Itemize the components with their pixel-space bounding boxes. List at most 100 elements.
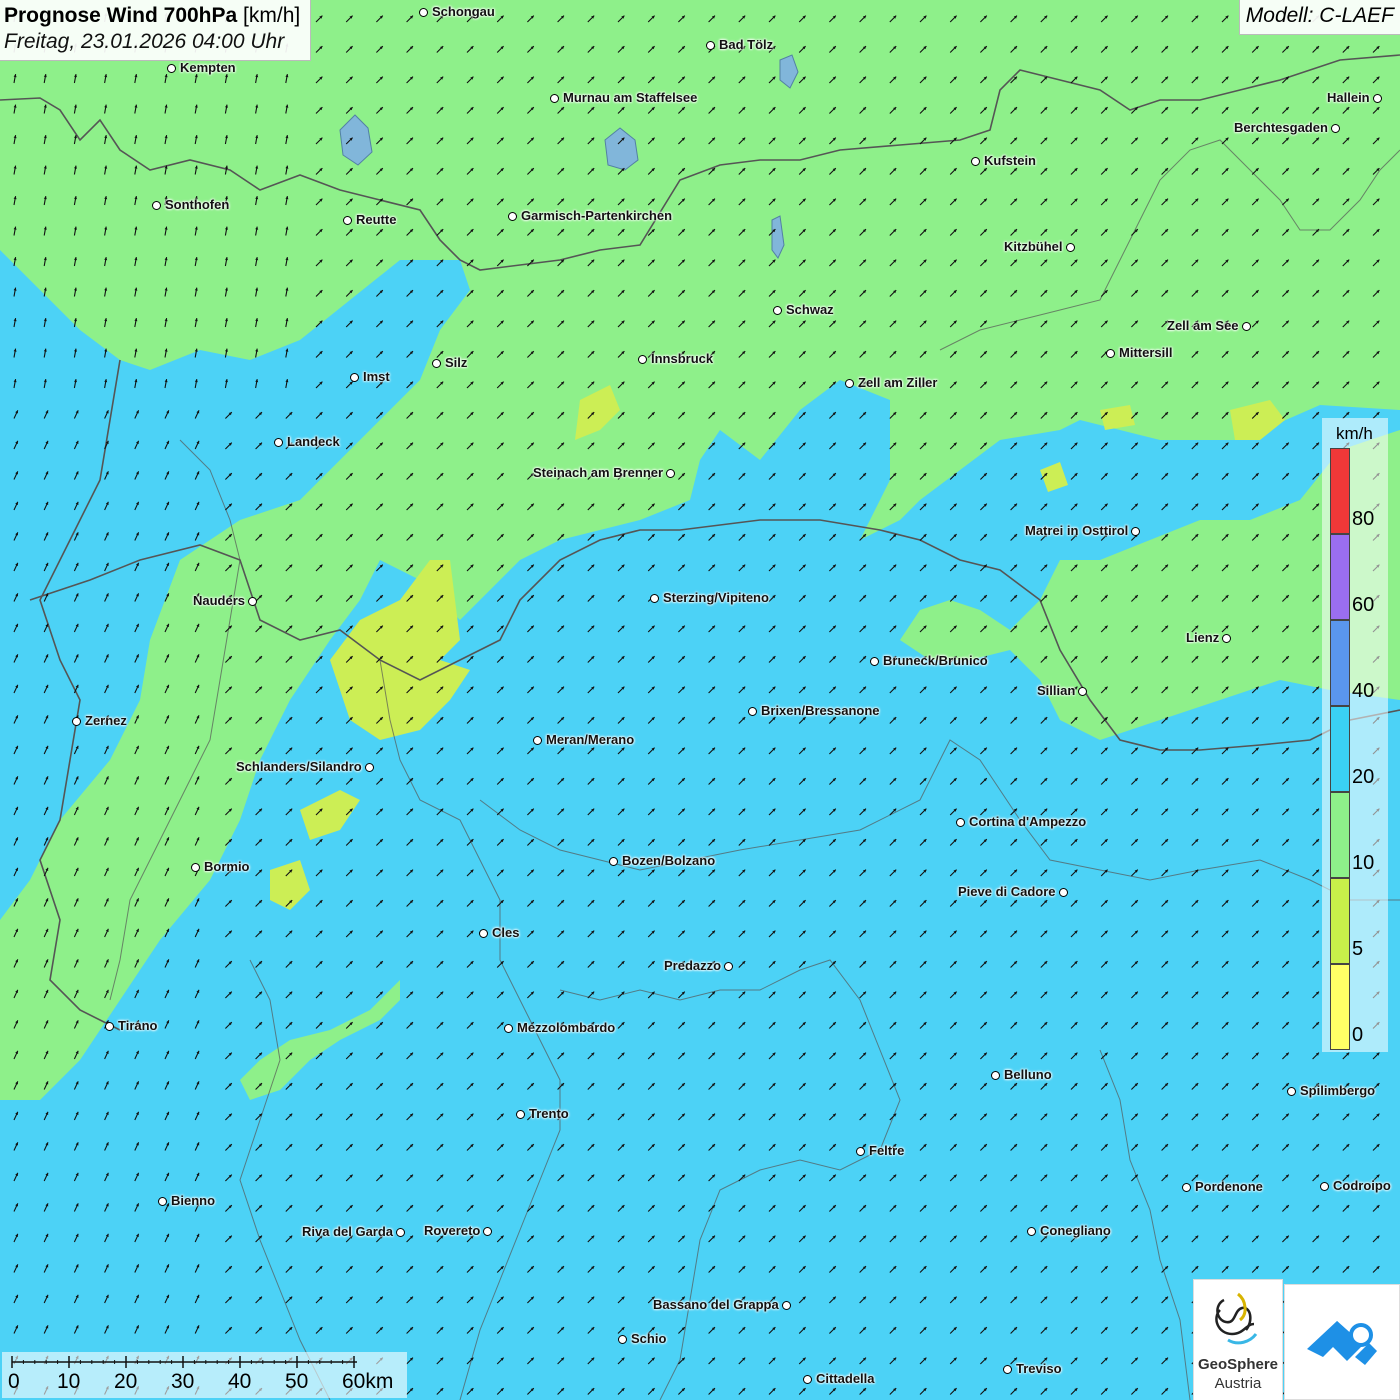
map-title: Prognose Wind 700hPa [km/h] [4, 4, 300, 28]
city-label: Bassano del Grappa [653, 1297, 779, 1312]
city-marker[interactable] [618, 1335, 627, 1344]
city-label: Zell am See [1167, 318, 1239, 333]
city-marker[interactable] [343, 216, 352, 225]
city-label: Spilimbergo [1300, 1083, 1376, 1098]
city-marker[interactable] [105, 1022, 114, 1031]
city-label: Reutte [356, 212, 397, 227]
city-label: Tirano [118, 1018, 158, 1033]
city-label: Pordenone [1195, 1179, 1263, 1194]
city-label: Zell am Ziller [858, 375, 938, 390]
city-label: Schio [631, 1331, 667, 1346]
scale-bar: 0 10 20 30 40 50 60km [2, 1352, 407, 1398]
city-marker[interactable] [396, 1228, 405, 1237]
map-title-unit: [km/h] [243, 4, 301, 27]
city-label: Schwaz [786, 302, 834, 317]
city-marker[interactable] [1106, 349, 1115, 358]
city-marker[interactable] [274, 438, 283, 447]
city-label: Kempten [180, 60, 236, 75]
city-label: Sonthofen [165, 197, 230, 212]
city-marker[interactable] [856, 1147, 865, 1156]
city-marker[interactable] [956, 818, 965, 827]
city-marker[interactable] [803, 1375, 812, 1384]
city-label: Treviso [1016, 1361, 1062, 1376]
app-logo-icon [1307, 1321, 1377, 1365]
geosphere-logo[interactable]: GeoSphere Austria [1193, 1279, 1283, 1400]
city-label: Silz [445, 355, 468, 370]
city-marker[interactable] [1182, 1183, 1191, 1192]
city-marker[interactable] [1078, 687, 1087, 696]
city-label: Kitzbühel [1004, 239, 1063, 254]
city-marker[interactable] [773, 306, 782, 315]
city-marker[interactable] [845, 379, 854, 388]
city-label: Lienz [1186, 630, 1220, 645]
city-label: Sterzing/Vipiteno [663, 590, 769, 605]
city-marker[interactable] [1287, 1087, 1296, 1096]
app-logo[interactable] [1284, 1284, 1400, 1400]
legend-swatch [1330, 706, 1350, 792]
city-marker[interactable] [609, 857, 618, 866]
city-marker[interactable] [365, 763, 374, 772]
city-marker[interactable] [550, 94, 559, 103]
city-label: Conegliano [1040, 1223, 1111, 1238]
city-label: Mezzolombardo [517, 1020, 616, 1035]
city-marker[interactable] [706, 41, 715, 50]
city-marker[interactable] [1331, 124, 1340, 133]
color-legend: km/h 0 5 10 20 40 60 80 [1322, 418, 1388, 1052]
city-label: Innsbruck [651, 351, 714, 366]
city-label: Kufstein [984, 153, 1036, 168]
city-marker[interactable] [533, 736, 542, 745]
city-marker[interactable] [1027, 1227, 1036, 1236]
city-label: Bad Tölz [719, 37, 774, 52]
legend-swatch [1330, 620, 1350, 706]
city-marker[interactable] [248, 597, 257, 606]
city-marker[interactable] [152, 201, 161, 210]
city-label: Landeck [287, 434, 340, 449]
city-marker[interactable] [782, 1301, 791, 1310]
city-marker[interactable] [483, 1227, 492, 1236]
city-marker[interactable] [1059, 888, 1068, 897]
city-marker[interactable] [870, 657, 879, 666]
city-marker[interactable] [419, 8, 428, 17]
model-label: Modell: C-LAEF [1238, 0, 1400, 35]
city-label: Murnau am Staffelsee [563, 90, 698, 105]
city-marker[interactable] [971, 157, 980, 166]
city-marker[interactable] [479, 929, 488, 938]
city-marker[interactable] [650, 594, 659, 603]
city-label: Trento [529, 1106, 569, 1121]
city-marker[interactable] [1222, 634, 1231, 643]
city-marker[interactable] [1242, 322, 1251, 331]
city-label: Berchtesgaden [1234, 120, 1328, 135]
legend-label: 20 [1352, 766, 1375, 788]
city-marker[interactable] [638, 355, 647, 364]
city-label: Bormio [204, 859, 250, 874]
city-marker[interactable] [516, 1110, 525, 1119]
city-marker[interactable] [1131, 527, 1140, 536]
city-marker[interactable] [1003, 1365, 1012, 1374]
city-marker[interactable] [504, 1024, 513, 1033]
city-label: Riva del Garda [302, 1224, 394, 1239]
city-marker[interactable] [1373, 94, 1382, 103]
legend-label: 60 [1352, 594, 1375, 616]
city-label: Schlanders/Silandro [236, 759, 362, 774]
city-label: Pieve di Cadore [958, 884, 1056, 899]
city-marker[interactable] [748, 707, 757, 716]
wind-map[interactable]: Prognose Wind 700hPa [km/h] Freitag, 23.… [0, 0, 1400, 1400]
city-marker[interactable] [350, 373, 359, 382]
map-datetime: Freitag, 23.01.2026 04:00 Uhr [4, 30, 285, 53]
city-marker[interactable] [1320, 1182, 1329, 1191]
city-marker[interactable] [724, 962, 733, 971]
city-marker[interactable] [991, 1071, 1000, 1080]
city-marker[interactable] [432, 359, 441, 368]
city-label: Zernez [85, 713, 127, 728]
city-label: Bienno [171, 1193, 216, 1208]
city-label: Mittersill [1119, 345, 1173, 360]
city-marker[interactable] [508, 212, 517, 221]
city-label: Cles [492, 925, 520, 940]
city-marker[interactable] [191, 863, 200, 872]
city-marker[interactable] [158, 1197, 167, 1206]
city-label: Schongau [432, 4, 495, 19]
city-marker[interactable] [72, 717, 81, 726]
city-marker[interactable] [666, 469, 675, 478]
city-marker[interactable] [167, 64, 176, 73]
city-marker[interactable] [1066, 243, 1075, 252]
